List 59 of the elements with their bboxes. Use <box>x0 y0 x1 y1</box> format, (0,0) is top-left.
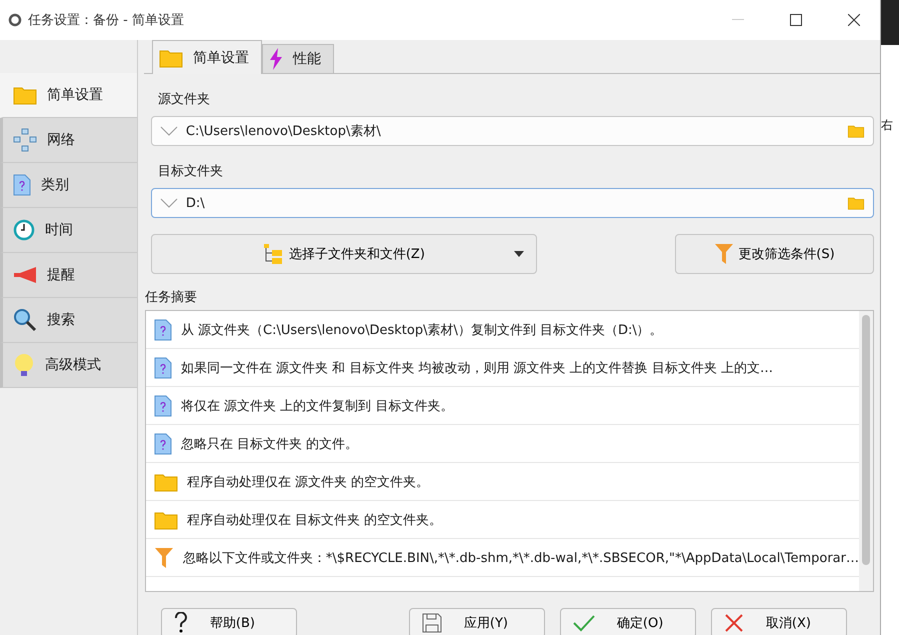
action-button[interactable]: 更改筛选条件(S) <box>675 234 874 274</box>
sidebar-item[interactable]: 提醒 <box>0 253 137 298</box>
sidebar-item[interactable]: 时间 <box>0 208 137 253</box>
field-label: 源文件夹 <box>158 91 211 108</box>
background-text: 右 <box>881 117 894 134</box>
tab[interactable]: 简单设置 <box>152 40 262 74</box>
folder-icon <box>847 196 865 210</box>
megaphone-icon <box>13 266 37 284</box>
summary-text: 程序自动处理仅在 源文件夹 的空文件夹。 <box>186 474 430 490</box>
close-icon <box>724 613 744 633</box>
summary-text: 忽略只在 目标文件夹 的文件。 <box>180 436 358 452</box>
tab[interactable]: 性能 <box>262 44 334 73</box>
summary-text: 忽略以下文件或文件夹：*\$RECYCLE.BIN\,*\*.db-shm,*\*.db-wal,*\*.SBSECOR,"*\AppData\Local\Temporar… <box>182 550 859 566</box>
sidebar-item[interactable]: 搜索 <box>0 298 137 343</box>
folder-icon <box>154 472 178 492</box>
folder-icon <box>13 85 37 105</box>
section-label: 任务摘要 <box>144 289 198 306</box>
document-icon <box>13 174 31 196</box>
folder-icon <box>154 510 178 530</box>
lightbulb-icon <box>13 353 35 377</box>
document-icon <box>154 394 172 416</box>
lightning-icon <box>268 48 283 70</box>
document-icon <box>154 432 172 454</box>
filter-icon <box>154 546 174 568</box>
dialog-button[interactable]: 应用(Y) <box>408 608 545 635</box>
dialog-button[interactable]: 取消(X) <box>710 608 847 635</box>
clock-icon <box>13 219 35 241</box>
folder-path-field[interactable]: C:\Users\lenovo\Desktop\素材\ <box>150 116 874 146</box>
window-title: 任务设置：备份 - 简单设置 <box>28 12 185 29</box>
search-icon <box>13 308 37 332</box>
summary-text: 如果同一文件在 源文件夹 和 目标文件夹 均被改动，则用 源文件夹 上的文件替换 目标文件夹 上的文… <box>180 360 773 376</box>
scrollbar[interactable] <box>859 311 873 591</box>
document-icon <box>154 318 172 340</box>
dialog-button[interactable]: 确定(O) <box>560 608 696 635</box>
folder-tree-icon <box>262 243 285 265</box>
folder-icon <box>847 124 865 138</box>
sidebar-item[interactable]: 网络 <box>0 118 137 163</box>
summary-text: 将仅在 源文件夹 上的文件复制到 目标文件夹。 <box>180 398 454 414</box>
minimize-icon <box>732 19 744 21</box>
maximize-icon <box>790 14 802 26</box>
document-icon <box>154 356 172 378</box>
checkmark-icon <box>572 614 595 632</box>
folder-path-field[interactable]: D:\ <box>150 188 874 218</box>
filter-icon <box>714 243 734 265</box>
caret-icon <box>514 251 524 257</box>
dialog-button[interactable]: 帮助(B) <box>160 608 297 635</box>
summary-text: 从 源文件夹（C:\Users\lenovo\Desktop\素材\）复制文件到 目标文件夹（D:\）。 <box>180 322 663 338</box>
sidebar-item[interactable]: 类别 <box>0 163 137 208</box>
summary-text: 程序自动处理仅在 目标文件夹 的空文件夹。 <box>186 512 442 528</box>
field-label: 目标文件夹 <box>158 163 224 180</box>
action-button[interactable]: 选择子文件夹和文件(Z) <box>150 234 537 274</box>
close-icon <box>848 14 860 26</box>
chevron-down-icon <box>160 126 178 136</box>
chevron-down-icon <box>160 198 178 208</box>
sidebar-item[interactable]: 高级模式 <box>0 343 137 388</box>
sidebar-item[interactable]: 简单设置 <box>0 73 137 118</box>
question-mark-icon <box>174 612 188 634</box>
folder-icon <box>158 48 183 68</box>
network-icon <box>13 128 37 152</box>
